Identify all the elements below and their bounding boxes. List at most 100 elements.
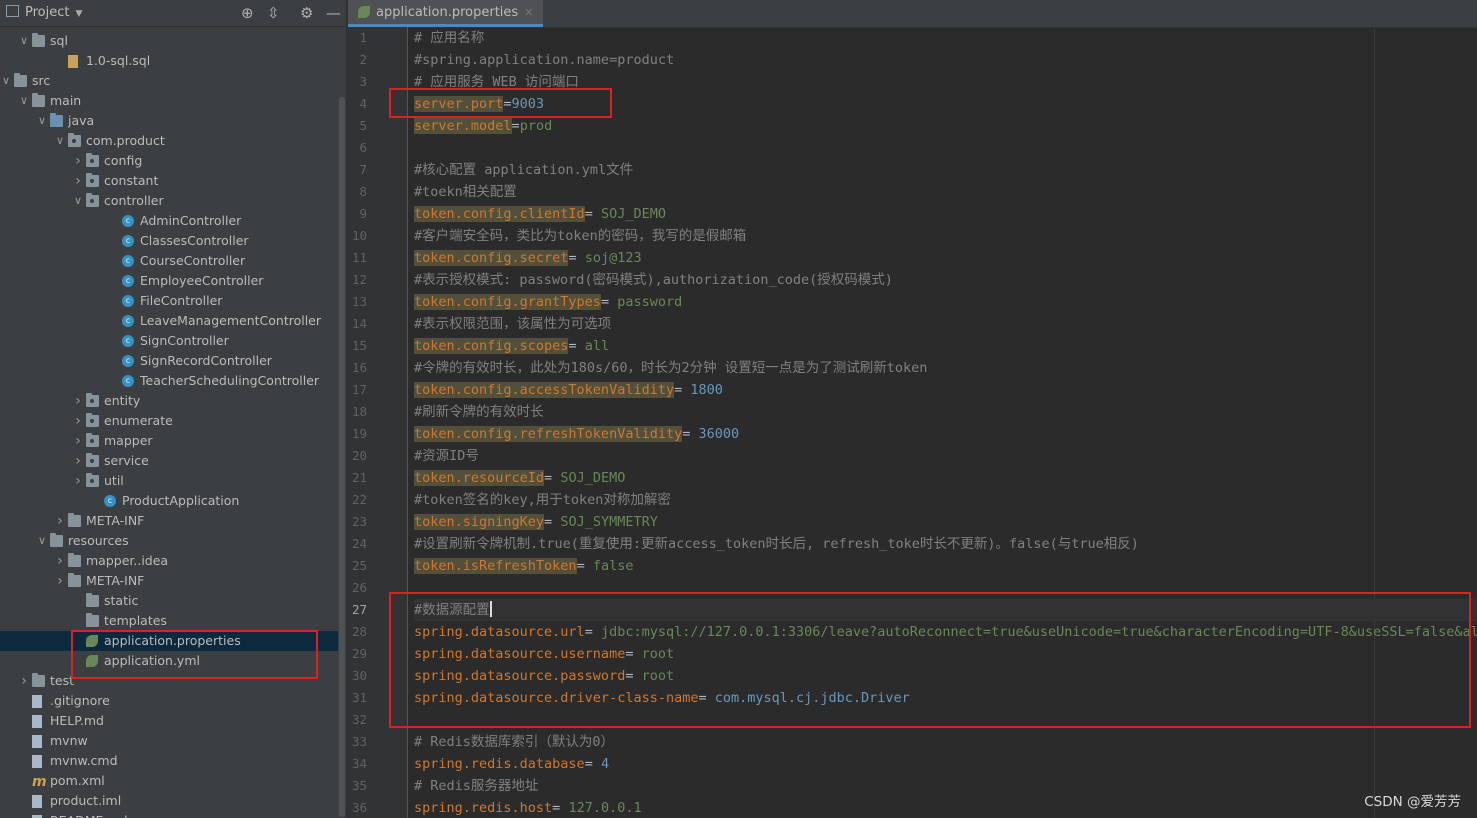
tree-item[interactable]: c AdminController	[0, 211, 346, 231]
tree-item[interactable]: c EmployeeController	[0, 271, 346, 291]
tab-application-properties[interactable]: application.properties ✕	[348, 0, 544, 27]
tree-item[interactable]: ∨ main	[0, 91, 346, 111]
tree-item[interactable]: c ClassesController	[0, 231, 346, 251]
code-line[interactable]: #toekn相关配置	[414, 181, 1477, 203]
tree-item[interactable]: ∨ controller	[0, 191, 346, 211]
chevron-down-icon[interactable]: ∨	[0, 71, 12, 91]
code-line[interactable]: token.signingKey= SOJ_SYMMETRY	[414, 511, 1477, 533]
tree-item[interactable]: › mapper	[0, 431, 346, 451]
chevron-right-icon[interactable]: ›	[54, 551, 66, 571]
code-line[interactable]: #资源ID号	[414, 445, 1477, 467]
tree-item[interactable]: › constant	[0, 171, 346, 191]
tree-item[interactable]: c CourseController	[0, 251, 346, 271]
chevron-right-icon[interactable]: ›	[72, 411, 84, 431]
tree-item[interactable]: product.iml	[0, 791, 346, 811]
tree-item[interactable]: mvnw	[0, 731, 346, 751]
code-line[interactable]: # Redis服务器地址	[414, 775, 1477, 797]
tree-item[interactable]: HELP.md	[0, 711, 346, 731]
tree-item[interactable]: › service	[0, 451, 346, 471]
tree-item[interactable]: c LeaveManagementController	[0, 311, 346, 331]
code-line[interactable]: token.config.scopes= all	[414, 335, 1477, 357]
property-separator: =	[682, 426, 699, 442]
tree-item[interactable]: 1.0-sql.sql	[0, 51, 346, 71]
code-line[interactable]: token.isRefreshToken= false	[414, 555, 1477, 577]
tree-item[interactable]: static	[0, 591, 346, 611]
code-line[interactable]: #令牌的有效时长，此处为180s/60，时长为2分钟 设置短一点是为了测试刷新t…	[414, 357, 1477, 379]
tree-item[interactable]: ∨ sql	[0, 31, 346, 51]
chevron-down-icon[interactable]: ∨	[18, 31, 30, 51]
chevron-down-icon[interactable]: ∨	[36, 111, 48, 131]
code-line[interactable]: #核心配置 application.yml文件	[414, 159, 1477, 181]
chevron-right-icon[interactable]: ›	[72, 391, 84, 411]
tree-item[interactable]: c TeacherSchedulingController	[0, 371, 346, 391]
tree-item[interactable]: › enumerate	[0, 411, 346, 431]
code-line[interactable]: token.config.refreshTokenValidity= 36000	[414, 423, 1477, 445]
chevron-right-icon[interactable]: ›	[72, 431, 84, 451]
tree-item[interactable]: › entity	[0, 391, 346, 411]
tree-item[interactable]: c ProductApplication	[0, 491, 346, 511]
tree-item[interactable]: c SignRecordController	[0, 351, 346, 371]
chevron-right-icon[interactable]: ›	[18, 671, 30, 691]
code-line[interactable]	[414, 137, 1477, 159]
code-line[interactable]: server.model=prod	[414, 115, 1477, 137]
project-title: Project	[25, 5, 70, 20]
code-line[interactable]: token.config.secret= soj@123	[414, 247, 1477, 269]
chevron-right-icon[interactable]: ›	[72, 471, 84, 491]
chevron-right-icon[interactable]: ›	[72, 451, 84, 471]
code-line[interactable]: #token签名的key,用于token对称加解密	[414, 489, 1477, 511]
chevron-right-icon[interactable]: ›	[72, 171, 84, 191]
code-line[interactable]: #spring.application.name=product	[414, 49, 1477, 71]
tree-item[interactable]: › mapper..idea	[0, 551, 346, 571]
code-line[interactable]: #客户端安全码，类比为token的密码，我写的是假邮箱	[414, 225, 1477, 247]
code-line[interactable]: token.config.grantTypes= password	[414, 291, 1477, 313]
tree-item[interactable]: c FileController	[0, 291, 346, 311]
chevron-right-icon[interactable]: ›	[54, 571, 66, 591]
chevron-right-icon[interactable]: ›	[54, 511, 66, 531]
chevron-down-icon[interactable]: ∨	[72, 191, 84, 211]
chevron-down-icon[interactable]: ∨	[54, 131, 66, 151]
tree-item[interactable]: .gitignore	[0, 691, 346, 711]
tree-item[interactable]: ∨ resources	[0, 531, 346, 551]
chevron-right-icon[interactable]: ›	[72, 151, 84, 171]
tree-item[interactable]: ∨ src	[0, 71, 346, 91]
tree-item[interactable]: ∨ com.product	[0, 131, 346, 151]
code-line[interactable]: token.config.clientId= SOJ_DEMO	[414, 203, 1477, 225]
code-line[interactable]: #表示权限范围，该属性为可选项	[414, 313, 1477, 335]
tree-item-label: service	[104, 453, 149, 468]
project-scrollbar[interactable]	[338, 27, 346, 818]
tree-item[interactable]: › META-INF	[0, 511, 346, 531]
property-separator: =	[576, 558, 593, 574]
collapse-all-icon[interactable]: ⇳	[267, 4, 280, 22]
locate-icon[interactable]: ⊕	[241, 4, 254, 22]
code-line[interactable]: # 应用名称	[414, 27, 1477, 49]
code-line[interactable]: spring.redis.host= 127.0.0.1	[414, 797, 1477, 818]
code-line[interactable]: #设置刷新令牌机制.true(重复使用:更新access_token时长后, r…	[414, 533, 1477, 555]
tree-item[interactable]: ∨ java	[0, 111, 346, 131]
folder-icon	[32, 93, 45, 107]
code-line[interactable]: token.config.accessTokenValidity= 1800	[414, 379, 1477, 401]
highlight-box-datasource	[389, 592, 1471, 728]
tree-item[interactable]: templates	[0, 611, 346, 631]
code-line[interactable]: token.resourceId= SOJ_DEMO	[414, 467, 1477, 489]
chevron-down-icon[interactable]: ∨	[18, 91, 30, 111]
tree-item[interactable]: m pom.xml	[0, 771, 346, 791]
tree-item[interactable]: mvnw.cmd	[0, 751, 346, 771]
code-line[interactable]: # Redis数据库索引（默认为0）	[414, 731, 1477, 753]
scrollbar-thumb[interactable]	[339, 97, 345, 817]
minimize-icon[interactable]: —	[326, 4, 341, 22]
code-line[interactable]: #表示授权模式: password(密码模式),authorization_co…	[414, 269, 1477, 291]
project-icon	[6, 5, 19, 17]
line-number: 8	[359, 184, 367, 199]
code-line[interactable]: spring.redis.database= 4	[414, 753, 1477, 775]
tree-item[interactable]: › config	[0, 151, 346, 171]
tree-item[interactable]: c SignController	[0, 331, 346, 351]
folder-icon	[14, 73, 27, 87]
code-line[interactable]: #刷新令牌的有效时长	[414, 401, 1477, 423]
chevron-down-icon[interactable]: ∨	[36, 531, 48, 551]
gear-icon[interactable]: ⚙	[300, 4, 313, 22]
tree-item[interactable]: › META-INF	[0, 571, 346, 591]
tree-item[interactable]: › util	[0, 471, 346, 491]
close-icon[interactable]: ✕	[524, 6, 533, 19]
tree-item[interactable]: README.md	[0, 811, 346, 818]
project-view-selector[interactable]: Project ▼	[6, 5, 82, 20]
